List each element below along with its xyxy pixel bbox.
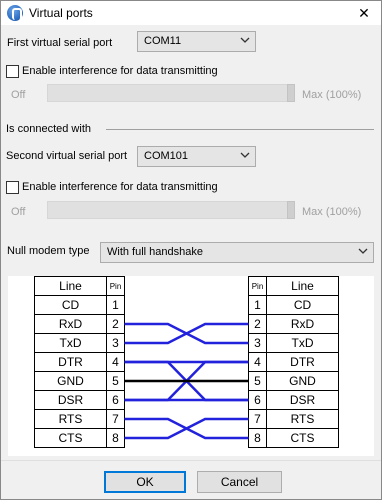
title-bar: Virtual ports ✕ xyxy=(1,1,381,25)
first-interference-slider[interactable] xyxy=(47,84,295,102)
connected-with-label: Is connected with xyxy=(6,123,91,135)
chevron-down-icon xyxy=(358,248,368,254)
first-slider-thumb[interactable] xyxy=(287,84,295,102)
first-port-select[interactable]: COM11 xyxy=(137,31,256,52)
null-modem-label: Null modem type xyxy=(7,245,90,257)
first-interference-label: Enable interference for data transmittin… xyxy=(22,65,218,77)
null-modem-select[interactable]: With full handshake xyxy=(100,242,374,263)
second-port-select[interactable]: COM101 xyxy=(137,146,256,167)
second-slider-min-label: Off xyxy=(11,206,26,218)
close-icon: ✕ xyxy=(358,5,370,21)
wiring-lines xyxy=(124,322,249,440)
first-slider-min-label: Off xyxy=(11,89,26,101)
first-slider-max-label: Max (100%) xyxy=(302,89,362,101)
close-button[interactable]: ✕ xyxy=(347,1,381,25)
second-slider-thumb[interactable] xyxy=(287,201,295,219)
wire-txd-rxd xyxy=(124,322,249,345)
null-modem-value: With full handshake xyxy=(107,246,203,258)
second-port-label: Second virtual serial port xyxy=(6,150,128,162)
cancel-button[interactable]: Cancel xyxy=(197,471,282,493)
second-interference-slider[interactable] xyxy=(47,201,295,219)
wire-cts-rts xyxy=(124,417,249,440)
app-icon xyxy=(7,5,23,21)
ok-button[interactable]: OK xyxy=(104,471,186,493)
window-title: Virtual ports xyxy=(29,6,93,20)
second-interference-checkbox[interactable] xyxy=(6,181,19,194)
separator xyxy=(106,129,374,130)
wiring-diagram: Line Pin CD 1 RxD 2 TxD 3 DTR 4 GND 5 DSR 6 RTS 7 CTS 8 P… xyxy=(8,276,374,456)
chevron-down-icon xyxy=(240,152,250,158)
first-interference-checkbox[interactable] xyxy=(6,65,19,78)
second-slider-max-label: Max (100%) xyxy=(302,206,362,218)
first-port-value: COM11 xyxy=(144,35,182,47)
chevron-down-icon xyxy=(240,37,250,43)
button-bar: OK Cancel xyxy=(1,460,381,499)
second-interference-label: Enable interference for data transmittin… xyxy=(22,181,218,193)
first-port-label: First virtual serial port xyxy=(7,37,113,49)
second-port-value: COM101 xyxy=(144,150,189,162)
